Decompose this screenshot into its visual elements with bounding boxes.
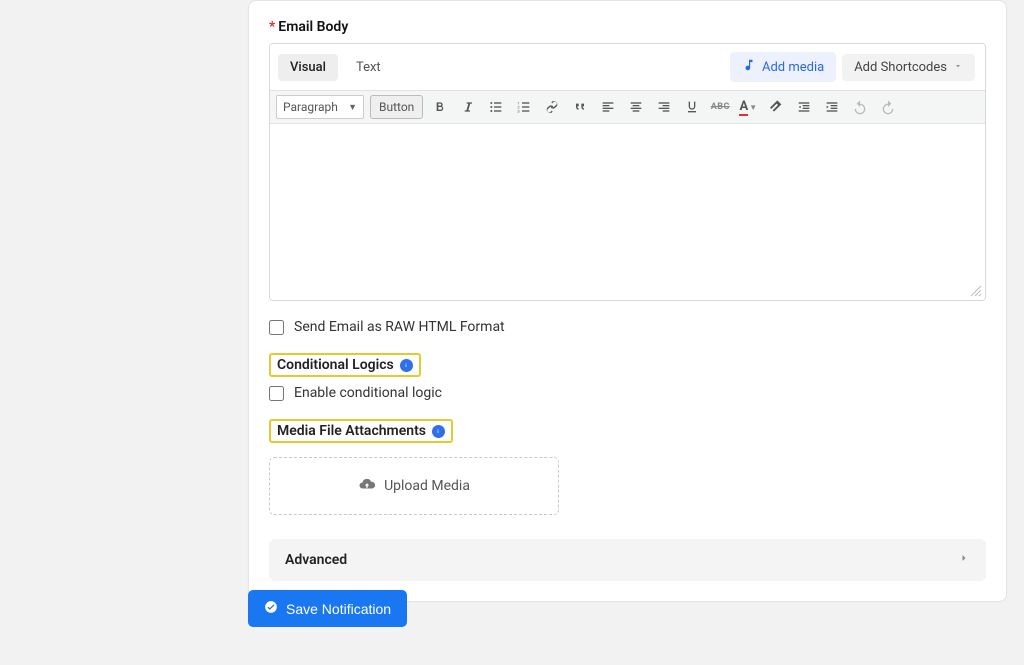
redo-icon[interactable] [877, 96, 899, 118]
media-attachments-text: Media File Attachments [277, 423, 426, 439]
conditional-logics-text: Conditional Logics [277, 357, 394, 373]
advanced-label: Advanced [285, 552, 347, 568]
clear-format-icon[interactable] [765, 96, 787, 118]
add-media-button[interactable]: Add media [730, 52, 836, 82]
add-shortcodes-label: Add Shortcodes [854, 60, 947, 75]
enable-conditional-label: Enable conditional logic [294, 385, 442, 401]
enable-conditional-checkbox[interactable] [269, 386, 284, 401]
music-note-icon [742, 58, 756, 76]
number-list-icon[interactable]: 123 [513, 96, 535, 118]
editor-content-area[interactable] [270, 124, 985, 300]
editor-topbar: Visual Text Add media Add Shortcodes [270, 44, 985, 90]
info-icon[interactable] [432, 425, 445, 438]
format-select-value: Paragraph [283, 100, 338, 114]
insert-button-button[interactable]: Button [370, 95, 423, 119]
text-color-icon[interactable]: A▼ [737, 96, 759, 118]
required-marker: * [269, 19, 275, 35]
rich-text-editor: Visual Text Add media Add Shortcodes [269, 43, 986, 301]
chevron-down-icon: ▼ [348, 102, 357, 113]
strikethrough-icon[interactable]: ABC [709, 96, 731, 118]
svg-text:3: 3 [518, 108, 520, 113]
tab-visual[interactable]: Visual [278, 54, 338, 81]
align-right-icon[interactable] [653, 96, 675, 118]
email-body-card: *Email Body Visual Text Add media Add Sh… [248, 0, 1007, 602]
undo-icon[interactable] [849, 96, 871, 118]
add-shortcodes-button[interactable]: Add Shortcodes [842, 54, 975, 81]
enable-conditional-row[interactable]: Enable conditional logic [269, 385, 986, 401]
info-icon[interactable] [400, 359, 413, 372]
save-notification-label: Save Notification [286, 601, 391, 617]
italic-icon[interactable] [457, 96, 479, 118]
email-body-label: *Email Body [269, 19, 986, 35]
quote-icon[interactable] [569, 96, 591, 118]
editor-toolbar: Paragraph ▼ Button 123 ABC A▼ [270, 90, 985, 124]
bold-icon[interactable] [429, 96, 451, 118]
resize-handle[interactable] [969, 284, 983, 298]
chevron-down-icon [953, 60, 963, 75]
raw-html-checkbox[interactable] [269, 320, 284, 335]
save-notification-button[interactable]: Save Notification [248, 590, 407, 627]
add-media-label: Add media [762, 60, 824, 75]
check-circle-icon [264, 600, 278, 617]
chevron-right-icon [958, 552, 970, 568]
advanced-accordion[interactable]: Advanced [269, 539, 986, 581]
link-icon[interactable] [541, 96, 563, 118]
upload-media-button[interactable]: Upload Media [269, 457, 559, 515]
bullet-list-icon[interactable] [485, 96, 507, 118]
format-select[interactable]: Paragraph ▼ [276, 95, 364, 119]
align-left-icon[interactable] [597, 96, 619, 118]
underline-icon[interactable] [681, 96, 703, 118]
tab-text[interactable]: Text [344, 54, 393, 81]
cloud-upload-icon [358, 475, 376, 497]
align-center-icon[interactable] [625, 96, 647, 118]
media-attachments-heading: Media File Attachments [269, 419, 453, 443]
raw-html-label: Send Email as RAW HTML Format [294, 319, 505, 335]
conditional-logics-heading: Conditional Logics [269, 353, 421, 377]
email-body-label-text: Email Body [278, 19, 348, 35]
indent-icon[interactable] [821, 96, 843, 118]
raw-html-row[interactable]: Send Email as RAW HTML Format [269, 319, 986, 335]
outdent-icon[interactable] [793, 96, 815, 118]
upload-media-label: Upload Media [384, 478, 470, 494]
